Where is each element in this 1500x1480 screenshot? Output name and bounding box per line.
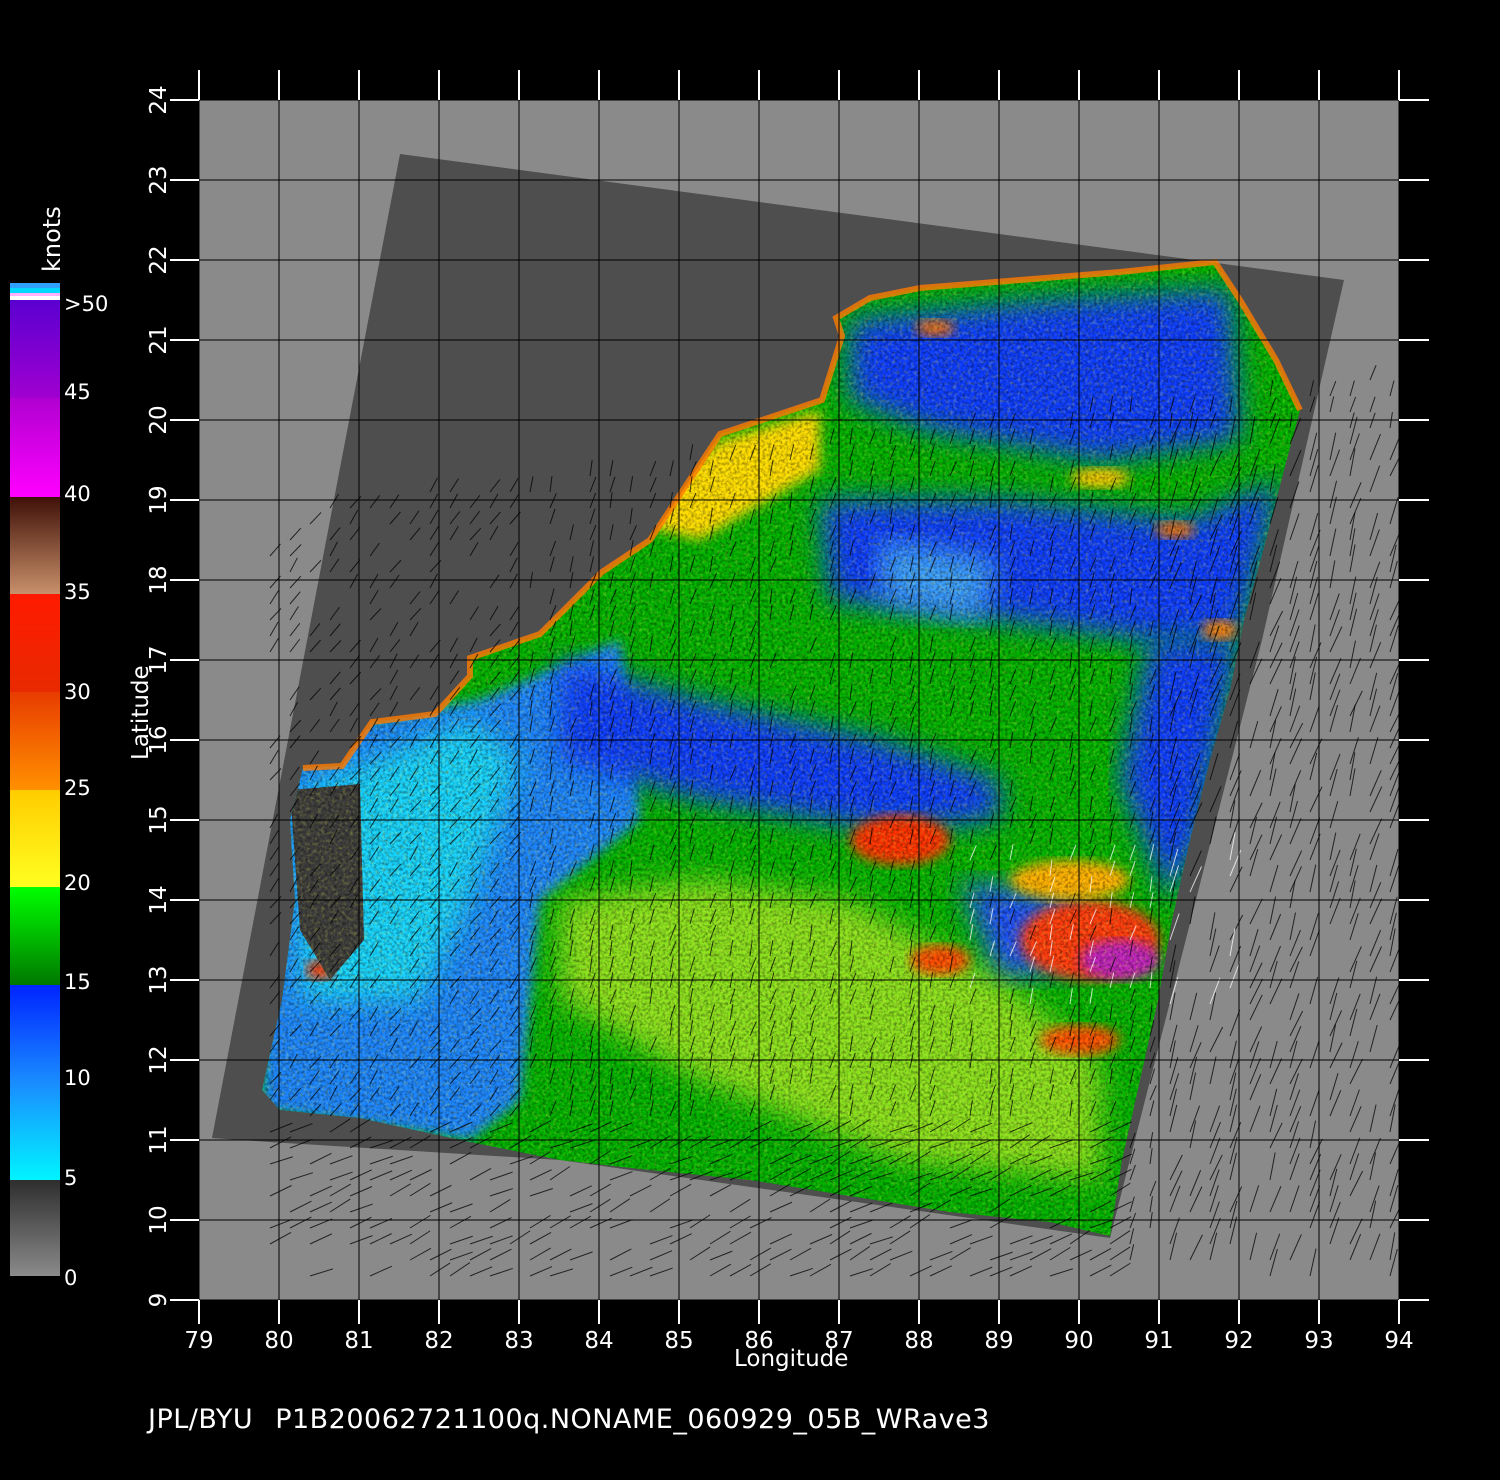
colorbar-label-6: 30 <box>64 680 91 704</box>
footer-product: P1B20062721100q.NONAME_060929_05B_WRave3 <box>275 1404 990 1435</box>
colorbar-title: knots <box>38 206 66 272</box>
y-tick-label-13: 13 <box>146 965 172 995</box>
colorbar-segment-25-30 <box>10 692 60 790</box>
colorbar-label-7: 35 <box>64 580 91 604</box>
colorbar-label-2: 10 <box>64 1066 91 1090</box>
x-tick-label-80: 80 <box>264 1328 294 1354</box>
x-tick-label-93: 93 <box>1304 1328 1334 1354</box>
y-tick-label-14: 14 <box>146 885 172 915</box>
footer: JPL/BYU P1B20062721100q.NONAME_060929_05B… <box>148 1404 1012 1435</box>
x-tick-label-89: 89 <box>984 1328 1014 1354</box>
x-tick-label-92: 92 <box>1224 1328 1254 1354</box>
y-tick-label-21: 21 <box>146 325 172 355</box>
colorbar-top-pink <box>10 293 60 296</box>
y-tick-label-9: 9 <box>146 1292 172 1308</box>
colorbar-segment-0-5 <box>10 1180 60 1276</box>
colorbar-segment-45-50 <box>10 300 60 398</box>
colorbar-label-10: >50 <box>64 292 109 316</box>
x-tick-label-82: 82 <box>424 1328 454 1354</box>
colorbar-label-1: 5 <box>64 1166 78 1190</box>
y-tick-label-11: 11 <box>146 1125 172 1155</box>
colorbar-segment-20-25 <box>10 790 60 887</box>
colorbar-label-8: 40 <box>64 482 91 506</box>
colorbar-label-0: 0 <box>64 1266 78 1290</box>
y-tick-label-15: 15 <box>146 805 172 835</box>
x-tick-label-85: 85 <box>664 1328 694 1354</box>
y-tick-label-24: 24 <box>146 85 172 115</box>
colorbar-label-5: 25 <box>64 776 91 800</box>
footer-source: JPL/BYU <box>148 1404 254 1435</box>
y-tick-label-19: 19 <box>146 485 172 515</box>
x-tick-label-90: 90 <box>1064 1328 1094 1354</box>
x-tick-label-91: 91 <box>1144 1328 1174 1354</box>
y-tick-label-20: 20 <box>146 405 172 435</box>
x-tick-label-94: 94 <box>1384 1328 1414 1354</box>
y-tick-label-22: 22 <box>146 245 172 275</box>
x-tick-label-81: 81 <box>344 1328 374 1354</box>
y-tick-label-18: 18 <box>146 565 172 595</box>
colorbar-segment-40-45 <box>10 398 60 497</box>
colorbar-label-3: 15 <box>64 970 91 994</box>
colorbar-label-9: 45 <box>64 380 91 404</box>
colorbar-segment-30-35 <box>10 594 60 692</box>
colorbar-label-4: 20 <box>64 871 91 895</box>
wind-map-figure <box>10 70 1429 1324</box>
colorbar-segment-35-40 <box>10 497 60 594</box>
y-tick-label-23: 23 <box>146 165 172 195</box>
y-tick-label-10: 10 <box>146 1205 172 1235</box>
x-tick-label-84: 84 <box>584 1328 614 1354</box>
y-axis-title: Latitude <box>128 665 154 760</box>
y-tick-label-12: 12 <box>146 1045 172 1075</box>
colorbar-segment-5-15 <box>10 985 60 1180</box>
colorbar <box>10 283 60 1276</box>
x-tick-label-83: 83 <box>504 1328 534 1354</box>
colorbar-top-cyan <box>10 288 60 293</box>
colorbar-top-white <box>10 296 60 300</box>
x-axis-title: Longitude <box>734 1346 849 1372</box>
x-tick-label-88: 88 <box>904 1328 934 1354</box>
x-tick-label-79: 79 <box>184 1328 214 1354</box>
colorbar-top-blue <box>10 283 60 288</box>
colorbar-segment-15-20 <box>10 887 60 985</box>
